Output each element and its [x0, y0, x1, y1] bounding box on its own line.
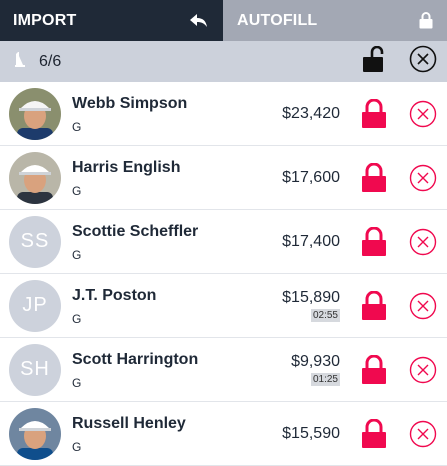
close-circle-icon[interactable] [409, 228, 437, 256]
lineup-count: 6/6 [39, 52, 62, 70]
avatar-photo [9, 407, 61, 460]
player-name: Scottie Scheffler [72, 222, 199, 240]
player-info: Scottie Scheffler G [72, 222, 222, 262]
lineup-summary-bar: 6/6 [0, 41, 447, 82]
close-circle-icon[interactable] [409, 100, 437, 128]
tab-autofill[interactable]: AUTOFILL [223, 0, 447, 41]
lock-icon[interactable] [361, 418, 387, 449]
lock-icon [419, 12, 433, 29]
player-info: Harris English G [72, 158, 222, 198]
close-circle-icon[interactable] [409, 420, 437, 448]
avatar-initials: SS [9, 215, 61, 268]
salary-column: $17,600 [282, 146, 340, 209]
lock-icon[interactable] [361, 290, 387, 321]
player-row[interactable]: Webb Simpson G $23,420 [0, 82, 447, 146]
salary-column: $15,590 [282, 402, 340, 465]
player-position: G [72, 439, 82, 454]
player-salary: $17,400 [282, 232, 340, 250]
close-circle-icon[interactable] [409, 164, 437, 192]
player-position: G [72, 119, 82, 134]
player-name: Webb Simpson [72, 94, 188, 112]
salary-column: $15,890 02:55 [282, 274, 340, 337]
player-row[interactable]: SH Scott Harrington G $9,930 01:25 [0, 338, 447, 402]
close-circle-icon[interactable] [409, 292, 437, 320]
avatar-initials: JP [9, 279, 61, 332]
player-name: J.T. Poston [72, 286, 157, 304]
avatar-initials: SH [9, 343, 61, 396]
player-row[interactable]: Harris English G $17,600 [0, 146, 447, 210]
player-position: G [72, 375, 82, 390]
player-salary: $17,600 [282, 168, 340, 186]
tab-import[interactable]: IMPORT [0, 0, 223, 41]
tab-autofill-label: AUTOFILL [237, 11, 318, 29]
player-row[interactable]: SS Scottie Scheffler G $17,400 [0, 210, 447, 274]
lock-icon[interactable] [361, 354, 387, 385]
player-position: G [72, 311, 82, 326]
player-salary: $15,890 [282, 289, 340, 306]
player-salary: $15,590 [282, 424, 340, 442]
salary-column: $17,400 [282, 210, 340, 273]
player-position: G [72, 183, 82, 198]
player-row[interactable]: JP J.T. Poston G $15,890 02:55 [0, 274, 447, 338]
player-name: Russell Henley [72, 414, 186, 432]
close-circle-icon[interactable] [409, 45, 437, 78]
player-salary: $9,930 [291, 353, 340, 370]
player-name: Harris English [72, 158, 181, 176]
player-info: Webb Simpson G [72, 94, 222, 134]
lineup-icon [13, 51, 27, 72]
tab-import-label: IMPORT [13, 11, 77, 29]
player-salary: $23,420 [282, 104, 340, 122]
salary-column: $23,420 [282, 82, 340, 145]
lock-icon[interactable] [361, 98, 387, 129]
player-info: J.T. Poston G [72, 286, 222, 326]
player-list: Webb Simpson G $23,420 Harris English G … [0, 82, 447, 466]
tee-time: 01:25 [310, 373, 340, 386]
player-info: Scott Harrington G [72, 350, 222, 390]
lock-icon[interactable] [361, 226, 387, 257]
salary-column: $9,930 01:25 [291, 338, 340, 401]
tee-time: 02:55 [310, 309, 340, 322]
unlock-icon[interactable] [363, 45, 385, 78]
undo-arrow-icon [189, 13, 209, 29]
lock-icon[interactable] [361, 162, 387, 193]
player-name: Scott Harrington [72, 350, 199, 368]
player-info: Russell Henley G [72, 414, 222, 454]
player-row[interactable]: Russell Henley G $15,590 [0, 402, 447, 466]
tab-bar: IMPORT AUTOFILL [0, 0, 447, 41]
avatar-photo [9, 151, 61, 204]
player-position: G [72, 247, 82, 262]
avatar-photo [9, 87, 61, 140]
close-circle-icon[interactable] [409, 356, 437, 384]
